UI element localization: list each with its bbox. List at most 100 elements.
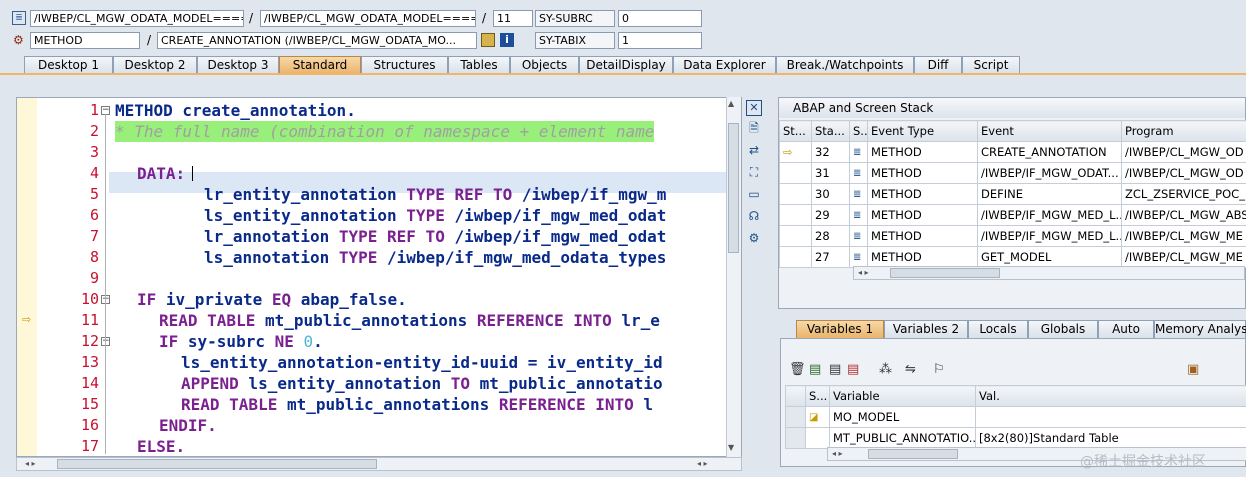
variable-value[interactable]: [8x2(80)]Standard Table [975,427,1246,449]
sysvar-value-2[interactable]: 1 [618,32,702,49]
close-icon[interactable]: ✕ [746,100,762,116]
program-field[interactable]: /IWBEP/CL_MGW_ODATA_MODEL=====... [30,10,244,27]
save-icon[interactable]: ▣ [1187,363,1199,377]
settings-icon[interactable]: ⚙ [746,230,762,246]
event-name[interactable]: CREATE_ANNOTATION [977,141,1122,163]
event-name[interactable]: DEFINE [977,183,1122,205]
event-field[interactable]: CREATE_ANNOTATION (/IWBEP/CL_MGW_ODATA_M… [157,32,477,49]
scroll-thumb[interactable] [868,449,958,459]
table-row[interactable]: ◪ MO_MODEL [785,406,1246,428]
variable-value[interactable] [975,406,1246,428]
event-name[interactable]: /IWBEP/IF_MGW_MED_L... [977,204,1122,226]
tab-objects[interactable]: Objects [510,56,579,74]
program-icon: ≣ [12,11,26,25]
text-cursor [192,166,193,181]
swap-tool-icon[interactable]: ⇄ [746,142,762,158]
column-header[interactable]: Val. [975,385,1246,407]
program-name[interactable]: /IWBEP/CL_MGW_OD [1121,162,1246,184]
table-row[interactable]: MT_PUBLIC_ANNOTATIO... [8x2(80)]Standard… [785,427,1246,449]
column-header[interactable]: Event Type [867,120,978,142]
program-name[interactable]: /IWBEP/CL_MGW_ABS [1121,204,1246,226]
scroll-left-icon[interactable]: ◂ ▸ [25,458,36,470]
tab-locals[interactable]: Locals [968,320,1028,338]
tab-variables-2[interactable]: Variables 2 [884,320,968,338]
scroll-up-icon[interactable]: ▲ [728,99,734,108]
scroll-right-icon[interactable]: ◂ ▸ [697,458,708,470]
column-header[interactable]: Program [1121,120,1246,142]
table-row[interactable]: 27 ≣ METHOD GET_MODEL /IWBEP/CL_MGW_ME [779,246,1246,268]
tab-standard[interactable]: Standard [279,56,361,74]
editor-horizontal-scrollbar[interactable]: ◂ ▸ ◂ ▸ [16,457,742,471]
tab-desktop-1[interactable]: Desktop 1 [24,56,113,74]
tab-break-watchpoints[interactable]: Break./Watchpoints [776,56,914,74]
event-type-field[interactable]: METHOD [30,32,140,49]
scroll-thumb[interactable] [728,123,739,253]
tab-variables-1[interactable]: Variables 1 [796,320,884,338]
event-name[interactable]: /IWBEP/IF_MGW_ODAT... [977,162,1122,184]
event-type: METHOD [867,141,978,163]
stack-horizontal-scrollbar[interactable]: ◂ ▸ [853,266,1245,280]
scroll-left-icon[interactable]: ◂ ▸ [858,267,869,279]
method-type-icon: ≣ [849,204,868,226]
program-name[interactable]: /IWBEP/CL_MGW_ME [1121,246,1246,268]
sysvar-name-1[interactable]: SY-SUBRC [535,10,615,27]
line-number-field[interactable]: 11 [493,10,533,27]
include-field[interactable]: /IWBEP/CL_MGW_ODATA_MODEL=====... [260,10,476,27]
stack-table: St... Sta... S.. Event Type Event Progra… [779,120,1246,268]
event-name[interactable]: GET_MODEL [977,246,1122,268]
scroll-thumb[interactable] [57,459,377,469]
variable-name[interactable]: MO_MODEL [829,406,976,428]
tab-detaildisplay[interactable]: DetailDisplay [579,56,673,74]
tab-structures[interactable]: Structures [361,56,448,74]
save-list-icon[interactable]: ▤ [829,363,841,377]
program-name[interactable]: /IWBEP/CL_MGW_OD [1121,141,1246,163]
table-row[interactable]: ⇨ 32 ≣ METHOD CREATE_ANNOTATION /IWBEP/C… [779,141,1246,163]
column-header[interactable]: S.. [849,120,868,142]
abap-screen-stack-panel: ABAP and Screen Stack St... Sta... S.. E… [778,97,1246,309]
insert-icon[interactable]: ▤ [809,363,821,377]
new-tool-icon[interactable]: 🗎 [746,120,762,136]
tab-memory-analysis[interactable]: Memory Analysis [1154,320,1246,338]
column-header[interactable]: Event [977,120,1122,142]
tab-diff[interactable]: Diff [914,56,962,74]
scroll-thumb[interactable] [890,268,1000,278]
source-code-editor[interactable]: 1 − METHOD create_annotation. 2 * The fu… [16,97,742,457]
tab-desktop-2[interactable]: Desktop 2 [113,56,197,74]
tab-desktop-3[interactable]: Desktop 3 [197,56,279,74]
tab-globals[interactable]: Globals [1028,320,1098,338]
variable-name[interactable]: MT_PUBLIC_ANNOTATIO... [829,427,976,449]
table-row[interactable]: 30 ≣ METHOD DEFINE ZCL_ZSERVICE_POC_I [779,183,1246,205]
scroll-left-icon[interactable]: ◂ ▸ [832,448,843,460]
sysvar-value-1[interactable]: 0 [618,10,702,27]
tab-auto[interactable]: Auto [1098,320,1154,338]
scroll-down-icon[interactable]: ▼ [728,443,734,452]
tab-data-explorer[interactable]: Data Explorer [673,56,776,74]
settings-icon[interactable]: ⚐ [933,363,945,377]
transfer-icon[interactable]: ⇋ [905,363,916,377]
delete-icon[interactable]: 🗑 [789,363,806,377]
program-name[interactable]: /IWBEP/CL_MGW_ME [1121,225,1246,247]
layout-icon[interactable]: ▭ [746,186,762,202]
program-name[interactable]: ZCL_ZSERVICE_POC_I [1121,183,1246,205]
table-row[interactable]: 31 ≣ METHOD /IWBEP/IF_MGW_ODAT... /IWBEP… [779,162,1246,184]
code-line: ⇨ 11 READ TABLE mt_public_annotations RE… [17,310,741,331]
table-row[interactable]: 29 ≣ METHOD /IWBEP/IF_MGW_MED_L... /IWBE… [779,204,1246,226]
maximize-icon[interactable]: ⛶ [746,164,762,180]
tab-tables[interactable]: Tables [448,56,510,74]
event-name[interactable]: /IWBEP/IF_MGW_MED_L... [977,225,1122,247]
editor-vertical-scrollbar[interactable]: ▲ ▼ [726,97,741,457]
info-icon[interactable]: i [500,33,514,47]
column-header[interactable]: S... [805,385,830,407]
code-line: 6 ls_entity_annotation TYPE /iwbep/if_mg… [17,205,741,226]
load-list-icon[interactable]: ▤ [847,363,859,377]
column-header[interactable]: Sta... [811,120,850,142]
column-header[interactable]: Variable [829,385,976,407]
display-icon[interactable] [481,33,495,47]
table-row[interactable]: 28 ≣ METHOD /IWBEP/IF_MGW_MED_L... /IWBE… [779,225,1246,247]
column-header[interactable]: St... [779,120,812,142]
code-text: ls_annotation TYPE /iwbep/if_mgw_med_oda… [204,248,667,267]
services-icon[interactable]: ☊ [746,208,762,224]
structure-icon[interactable]: ⁂ [879,363,892,377]
tab-script[interactable]: Script [962,56,1020,74]
sysvar-name-2[interactable]: SY-TABIX [535,32,615,49]
